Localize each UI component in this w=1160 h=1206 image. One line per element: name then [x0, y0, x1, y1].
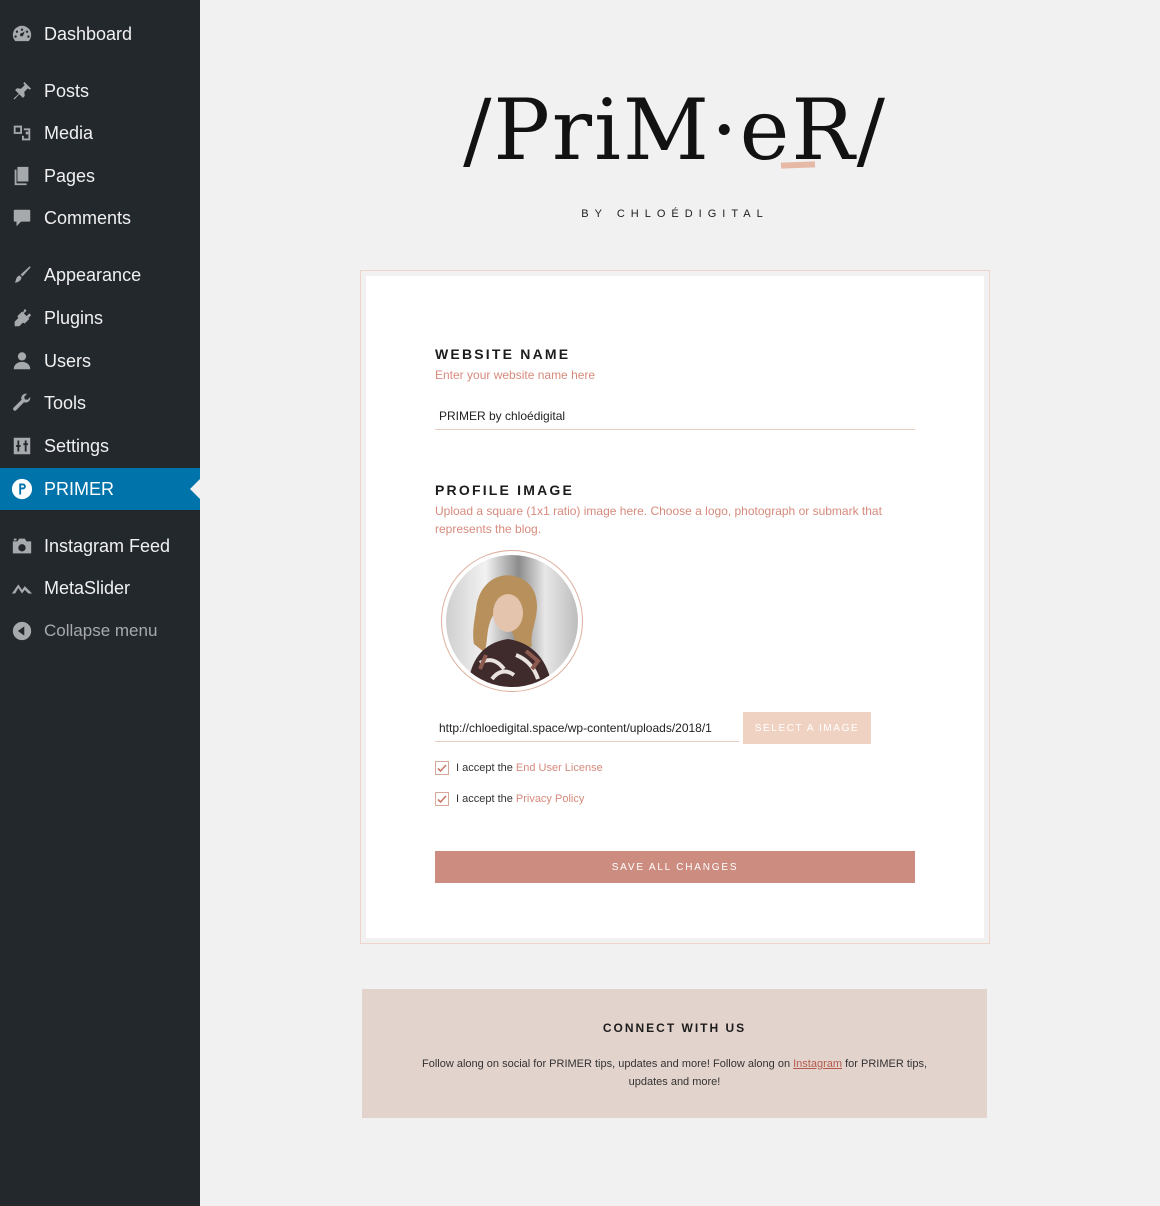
- profile-image-description: Upload a square (1x1 ratio) image here. …: [435, 504, 882, 536]
- sidebar-item-label: Collapse menu: [44, 621, 158, 640]
- connect-text-before: Follow along on social for PRIMER tips, …: [421, 1058, 791, 1070]
- plug-icon: [10, 306, 34, 330]
- profile-image-url-input[interactable]: [435, 714, 739, 742]
- logo-wordmark: /PriM·eR/: [463, 80, 887, 180]
- dashboard-icon: [10, 22, 34, 46]
- eula-checkbox[interactable]: [435, 761, 449, 775]
- settings-card: WEBSITE NAME Enter your website name her…: [360, 270, 990, 944]
- sidebar-item-label: Dashboard: [44, 23, 133, 44]
- connect-box: CONNECT WITH US Follow along on social f…: [362, 989, 987, 1118]
- sidebar-item-users[interactable]: Users: [0, 340, 200, 382]
- sidebar-item-label: Plugins: [44, 307, 104, 328]
- sidebar-item-label: Media: [44, 122, 94, 143]
- website-name-description: Enter your website name here: [435, 368, 596, 382]
- primer-logo-icon: [10, 477, 34, 501]
- settings-icon: [10, 434, 34, 458]
- privacy-check-row: I accept the Privacy Policy: [435, 791, 584, 807]
- sidebar-item-instagram-feed[interactable]: Instagram Feed: [0, 525, 200, 567]
- sidebar-item-settings[interactable]: Settings: [0, 425, 200, 467]
- sidebar-item-posts[interactable]: Posts: [0, 70, 200, 112]
- collapse-icon: [10, 619, 34, 643]
- select-image-button[interactable]: SELECT A IMAGE: [743, 712, 871, 744]
- sidebar-item-label: Posts: [44, 80, 90, 101]
- mountain-icon: [10, 576, 34, 600]
- instagram-link[interactable]: Instagram: [793, 1058, 842, 1070]
- logo-wordmark-text: /PriM·eR/: [463, 81, 887, 179]
- settings-card-body: WEBSITE NAME Enter your website name her…: [366, 276, 984, 938]
- camera-icon: [10, 534, 34, 558]
- profile-photo: [446, 555, 578, 687]
- checkmark-icon: [437, 795, 447, 804]
- sidebar-item-label: Tools: [44, 392, 87, 413]
- sidebar-item-plugins[interactable]: Plugins: [0, 297, 200, 339]
- media-icon: [10, 121, 34, 145]
- eula-check-row: I accept the End User License: [435, 760, 603, 776]
- logo-subtitle: BY CHLOÉDIGITAL: [581, 208, 769, 220]
- brush-icon: [10, 263, 34, 287]
- save-all-changes-button[interactable]: SAVE ALL CHANGES: [435, 851, 915, 883]
- website-name-input[interactable]: [435, 402, 915, 430]
- profile-image-preview[interactable]: [441, 550, 583, 692]
- sidebar-item-media[interactable]: Media: [0, 112, 200, 154]
- sidebar-item-appearance[interactable]: Appearance: [0, 254, 200, 296]
- logo-accent-mark: [780, 161, 816, 169]
- sidebar-item-label: Settings: [44, 435, 110, 456]
- eula-link[interactable]: End User License: [516, 762, 603, 774]
- eula-check-label: I accept the: [456, 762, 513, 774]
- primer-logo: /PriM·eR/ BY CHLOÉDIGITAL: [360, 80, 990, 220]
- privacy-policy-link[interactable]: Privacy Policy: [516, 793, 584, 805]
- sidebar-item-label: MetaSlider: [44, 577, 131, 598]
- sidebar-item-comments[interactable]: Comments: [0, 197, 200, 239]
- sidebar-item-metaslider[interactable]: MetaSlider: [0, 567, 200, 609]
- admin-sidebar: Dashboard Posts Media Pages Comments App…: [0, 0, 200, 1206]
- connect-text: Follow along on social for PRIMER tips, …: [405, 1055, 945, 1091]
- sidebar-item-dashboard[interactable]: Dashboard: [0, 13, 200, 55]
- privacy-check-label: I accept the: [456, 793, 513, 805]
- pages-icon: [10, 164, 34, 188]
- wrench-icon: [10, 391, 34, 415]
- privacy-checkbox[interactable]: [435, 792, 449, 806]
- profile-image-title: PROFILE IMAGE: [435, 482, 575, 498]
- connect-title: CONNECT WITH US: [602, 1021, 747, 1035]
- sidebar-item-primer[interactable]: PRIMER: [0, 468, 200, 510]
- sidebar-item-tools[interactable]: Tools: [0, 382, 200, 424]
- sidebar-item-label: Appearance: [44, 264, 142, 285]
- sidebar-item-label: Users: [44, 350, 92, 371]
- sidebar-item-label: Pages: [44, 165, 96, 186]
- checkmark-icon: [437, 764, 447, 773]
- user-icon: [10, 349, 34, 373]
- sidebar-item-label: PRIMER: [44, 478, 115, 499]
- sidebar-item-label: Comments: [44, 207, 132, 228]
- website-name-title: WEBSITE NAME: [435, 346, 571, 362]
- sidebar-item-label: Instagram Feed: [44, 535, 171, 556]
- pin-icon: [10, 79, 34, 103]
- sidebar-item-pages[interactable]: Pages: [0, 155, 200, 197]
- collapse-menu-button[interactable]: Collapse menu: [0, 610, 200, 652]
- comment-icon: [10, 206, 34, 230]
